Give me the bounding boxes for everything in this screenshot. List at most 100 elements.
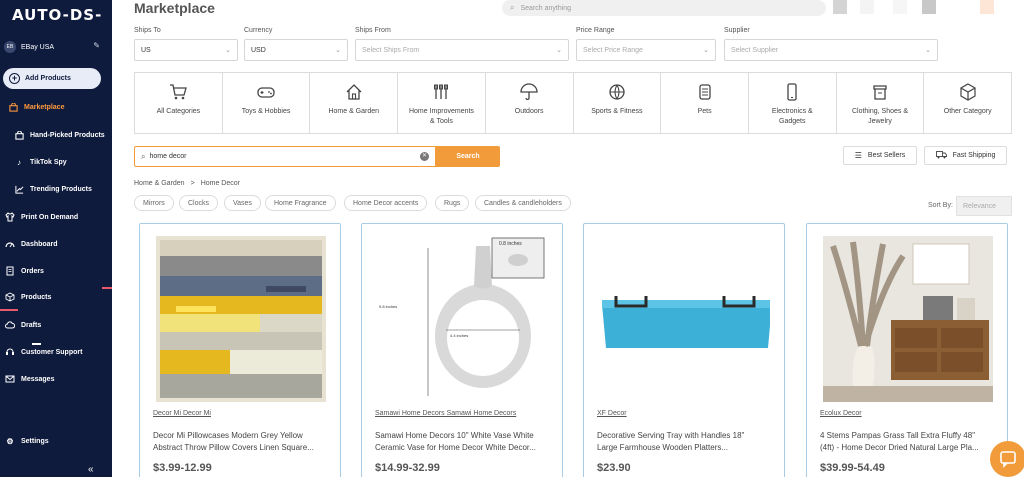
supplier-select[interactable]: Select Supplier ⌄: [724, 39, 938, 61]
currency-select[interactable]: USD ⌄: [244, 39, 348, 61]
header-icon-b[interactable]: [860, 0, 874, 14]
sidebar-item-label: Trending Products: [30, 185, 92, 193]
category-label: Toys & Hobbies: [241, 108, 291, 115]
sidebar-item-tiktok-spy[interactable]: ♪ TikTok Spy: [0, 153, 112, 171]
product-title-line2: (4ft) - Home Decor Dried Natural Large P…: [820, 443, 979, 452]
gamepad-icon: [257, 87, 275, 98]
sidebar-item-customer-support[interactable]: Customer Support: [0, 343, 112, 361]
app-logo[interactable]: AUTO-DS-: [12, 6, 102, 24]
category-electronics[interactable]: Electronics & Gadgets: [749, 73, 837, 133]
category-label: Electronics &: [771, 108, 813, 115]
pencil-icon[interactable]: ✎: [93, 41, 100, 50]
chat-button[interactable]: [990, 441, 1024, 477]
product-title-line1: Decor Mi Pillowcases Modern Grey Yellow: [153, 431, 303, 440]
category-label: Outdoors: [514, 108, 544, 115]
header-icon-a[interactable]: [833, 0, 847, 14]
best-sellers-label: Best Sellers: [867, 152, 906, 159]
chevron-down-icon: ⌄: [335, 47, 341, 54]
add-products-button[interactable]: + Add Products: [3, 68, 101, 89]
bag-icon: [14, 130, 24, 140]
product-card[interactable]: Decor Mi Decor Mi Decor Mi Pillowcases M…: [139, 223, 341, 477]
chip-clocks[interactable]: Clocks: [179, 195, 219, 211]
sidebar-item-orders[interactable]: Orders: [0, 262, 112, 280]
sidebar-item-messages[interactable]: Messages: [0, 370, 112, 388]
product-card[interactable]: XF Decor Decorative Serving Tray with Ha…: [583, 223, 785, 477]
header-icon-c[interactable]: [893, 0, 907, 14]
product-image[interactable]: [823, 236, 993, 402]
category-label-line2: Gadgets: [779, 118, 806, 125]
store-name: EBay USA: [21, 43, 55, 51]
sidebar-item-label: Hand-Picked Products: [30, 131, 105, 139]
bag-icon: [8, 102, 18, 112]
collapse-sidebar-button[interactable]: «: [88, 464, 94, 475]
product-search-value: home decor: [149, 153, 187, 160]
price-range-select[interactable]: Select Price Range ⌄: [576, 39, 716, 61]
product-title[interactable]: Decor Mi Pillowcases Modern Grey Yellow …: [153, 430, 333, 454]
category-grid: All Categories Toys & Hobbies Home & Gar…: [134, 72, 1012, 134]
product-image[interactable]: [156, 236, 326, 402]
sidebar-item-drafts[interactable]: Drafts: [0, 316, 112, 334]
product-vendor[interactable]: XF Decor: [597, 410, 627, 417]
product-vendor[interactable]: Ecolux Decor: [820, 410, 862, 417]
category-all[interactable]: All Categories: [135, 73, 223, 133]
products-indicator: [0, 309, 18, 311]
product-vendor[interactable]: Decor Mi Decor Mi: [153, 410, 211, 417]
product-title[interactable]: 4 Stems Pampas Grass Tall Extra Fluffy 4…: [820, 430, 1000, 454]
product-search-input[interactable]: ⌕ home decor ✕: [134, 146, 436, 167]
sort-select[interactable]: Relevance: [956, 196, 1012, 216]
chip-vases[interactable]: Vases: [224, 195, 261, 211]
sidebar-item-print-on-demand[interactable]: Print On Demand: [0, 208, 112, 226]
product-title[interactable]: Samawi Home Decors 10" White Vase White …: [375, 430, 555, 454]
header-icon-e[interactable]: [980, 0, 994, 14]
sidebar-item-label: Messages: [21, 375, 55, 383]
tiktok-icon: ♪: [17, 157, 21, 167]
category-outdoors[interactable]: Outdoors: [486, 73, 574, 133]
search-icon: ⌕: [510, 3, 515, 12]
sidebar-item-hand-picked[interactable]: Hand-Picked Products: [0, 126, 112, 144]
product-card[interactable]: Ecolux Decor 4 Stems Pampas Grass Tall E…: [806, 223, 1008, 477]
category-label: Other Category: [943, 108, 992, 115]
category-home-garden[interactable]: Home & Garden: [310, 73, 399, 133]
sidebar-item-label: Products: [21, 293, 52, 301]
product-title-line1: Decorative Serving Tray with Handles 18": [597, 431, 745, 440]
category-clothing[interactable]: Clothing, Shoes & Jewelry: [837, 73, 925, 133]
category-sports[interactable]: Sports & Fitness: [574, 73, 662, 133]
chevron-down-icon: ⌄: [703, 47, 709, 54]
best-sellers-button[interactable]: ☰ Best Sellers: [843, 146, 917, 165]
product-title-line2: Abstract Throw Pillow Covers Linen Squar…: [153, 443, 314, 452]
product-image[interactable]: [378, 236, 548, 402]
chip-mirrors[interactable]: Mirrors: [134, 195, 174, 211]
breadcrumb-parent[interactable]: Home & Garden: [134, 180, 185, 187]
category-home-improvements[interactable]: Home Improvements & Tools: [398, 73, 486, 133]
store-selector[interactable]: EB EBay USA ✎: [4, 40, 108, 54]
sidebar-item-marketplace[interactable]: Marketplace: [0, 98, 112, 116]
chip-home-fragrance[interactable]: Home Fragrance: [265, 195, 336, 211]
product-title[interactable]: Decorative Serving Tray with Handles 18"…: [597, 430, 777, 454]
ships-from-label: Ships From: [355, 27, 391, 34]
chip-rugs[interactable]: Rugs: [435, 195, 470, 211]
sidebar-item-settings[interactable]: ⚙ Settings: [0, 432, 112, 450]
currency-label: Currency: [244, 27, 273, 34]
product-image[interactable]: [600, 236, 770, 402]
product-card[interactable]: 0.8 inches 9.8 inches 4.4 inches Samawi …: [361, 223, 563, 477]
global-search-input[interactable]: ⌕ Search anything: [502, 0, 826, 16]
category-toys[interactable]: Toys & Hobbies: [223, 73, 311, 133]
ships-to-select[interactable]: US ⌄: [134, 39, 238, 61]
chip-candles[interactable]: Candles & candleholders: [475, 195, 571, 211]
product-vendor[interactable]: Samawi Home Decors Samawi Home Decors: [375, 410, 516, 417]
pet-icon: [698, 84, 711, 100]
orders-icon: [5, 266, 15, 276]
fast-shipping-button[interactable]: Fast Shipping: [924, 146, 1007, 165]
house-icon: [346, 84, 362, 100]
category-other[interactable]: Other Category: [924, 73, 1011, 133]
search-button[interactable]: Search: [436, 146, 500, 167]
chip-home-decor-accents[interactable]: Home Decor accents: [344, 195, 428, 211]
sidebar-item-products[interactable]: Products: [0, 288, 112, 306]
supplier-label: Supplier: [724, 27, 750, 34]
ships-from-select[interactable]: Select Ships From ⌄: [355, 39, 569, 61]
category-pets[interactable]: Pets: [661, 73, 749, 133]
header-icon-d[interactable]: [922, 0, 936, 14]
sidebar-item-trending[interactable]: Trending Products: [0, 180, 112, 198]
sidebar-item-dashboard[interactable]: Dashboard: [0, 235, 112, 253]
clear-icon[interactable]: ✕: [420, 152, 429, 161]
